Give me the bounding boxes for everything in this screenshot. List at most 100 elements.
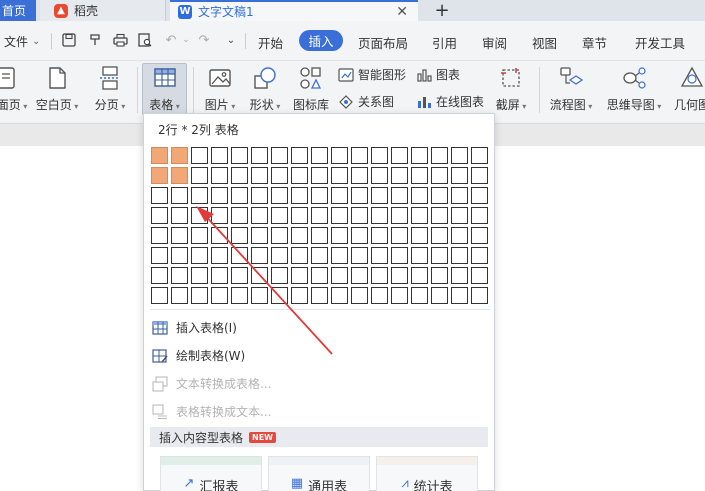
grid-cell[interactable] [271,287,288,304]
relation-chart-button[interactable]: 关系图 [338,93,394,110]
grid-cell[interactable] [371,167,388,184]
grid-cell[interactable] [411,147,428,164]
file-menu[interactable]: 文件 ⌄ [4,33,40,50]
template-general-table[interactable]: ▦ 通用表 [268,456,370,491]
grid-cell[interactable] [471,167,488,184]
grid-cell[interactable] [471,207,488,224]
grid-cell[interactable] [471,227,488,244]
grid-cell[interactable] [211,287,228,304]
grid-cell[interactable] [271,207,288,224]
menu-insert[interactable]: 插入 [299,30,343,51]
grid-cell[interactable] [251,287,268,304]
grid-cell[interactable] [231,147,248,164]
menu-references[interactable]: 引用 [432,33,457,52]
grid-cell[interactable] [251,227,268,244]
quick-access-dropdown-icon[interactable]: ⌄ [223,32,239,48]
grid-cell[interactable] [271,247,288,264]
grid-cell[interactable] [211,187,228,204]
table-button[interactable]: 表格 ▾ [142,61,187,113]
grid-cell[interactable] [191,167,208,184]
grid-cell[interactable] [251,147,268,164]
undo-icon[interactable]: ↶ [163,32,179,48]
grid-cell[interactable] [251,207,268,224]
tab-daoke[interactable]: ▲ 稻壳 [40,0,166,21]
grid-cell[interactable] [411,227,428,244]
grid-cell[interactable] [231,187,248,204]
grid-cell[interactable] [151,287,168,304]
grid-cell[interactable] [231,247,248,264]
grid-cell[interactable] [391,287,408,304]
document-page[interactable] [495,146,705,491]
grid-cell[interactable] [351,267,368,284]
grid-cell[interactable] [291,187,308,204]
online-chart-button[interactable]: 在线图表 [416,93,484,110]
grid-cell[interactable] [231,267,248,284]
grid-cell[interactable] [211,227,228,244]
grid-cell[interactable] [431,247,448,264]
grid-cell[interactable] [351,227,368,244]
grid-cell[interactable] [151,247,168,264]
grid-cell[interactable] [271,167,288,184]
grid-cell[interactable] [431,207,448,224]
grid-cell[interactable] [471,267,488,284]
flowchart-button[interactable]: 流程图 ▾ [546,61,596,113]
template-statistics-table[interactable]: ⩘ 统计表 [376,456,478,491]
grid-cell[interactable] [291,167,308,184]
page-break-button[interactable]: 分页 ▾ [88,61,132,113]
icon-library-button[interactable]: 图标库 [290,61,332,113]
print-preview-icon[interactable] [137,32,153,48]
grid-cell[interactable] [211,247,228,264]
format-painter-icon[interactable] [87,32,103,48]
grid-cell[interactable] [371,287,388,304]
grid-cell[interactable] [171,287,188,304]
grid-cell[interactable] [371,247,388,264]
grid-cell[interactable] [291,267,308,284]
blank-page-button[interactable]: 空白页 ▾ [32,61,82,113]
grid-cell[interactable] [151,207,168,224]
grid-cell[interactable] [371,227,388,244]
grid-cell[interactable] [451,167,468,184]
grid-cell[interactable] [231,167,248,184]
geometry-button[interactable]: 几何图 [672,61,705,113]
screenshot-button[interactable]: 截屏 ▾ [490,61,532,113]
picture-button[interactable]: 图片 ▾ [199,61,241,113]
grid-cell[interactable] [191,187,208,204]
grid-cell[interactable] [411,187,428,204]
grid-cell[interactable] [171,227,188,244]
grid-cell[interactable] [471,247,488,264]
grid-cell[interactable] [411,167,428,184]
menu-start[interactable]: 开始 [258,33,283,52]
template-report-table[interactable]: ↗ 汇报表 [160,456,262,491]
grid-cell[interactable] [251,267,268,284]
grid-cell[interactable] [431,167,448,184]
grid-cell[interactable] [171,247,188,264]
menu-review[interactable]: 审阅 [482,33,507,52]
grid-cell[interactable] [371,207,388,224]
redo-icon[interactable]: ↷ [196,32,212,48]
grid-cell[interactable] [191,227,208,244]
chart-button[interactable]: 图表 [416,66,460,83]
menu-view[interactable]: 视图 [532,33,557,52]
grid-cell[interactable] [391,247,408,264]
grid-cell[interactable] [151,227,168,244]
grid-cell[interactable] [431,267,448,284]
grid-cell[interactable] [311,227,328,244]
grid-cell[interactable] [471,147,488,164]
grid-cell[interactable] [311,167,328,184]
save-icon[interactable] [61,32,77,48]
grid-cell[interactable] [271,147,288,164]
grid-cell[interactable] [171,147,188,164]
grid-cell[interactable] [311,147,328,164]
grid-cell[interactable] [451,147,468,164]
smart-shape-button[interactable]: 智能图形 [338,66,406,83]
grid-cell[interactable] [451,267,468,284]
grid-cell[interactable] [391,227,408,244]
grid-cell[interactable] [451,287,468,304]
grid-cell[interactable] [291,207,308,224]
grid-cell[interactable] [171,187,188,204]
grid-cell[interactable] [471,287,488,304]
grid-cell[interactable] [451,187,468,204]
grid-cell[interactable] [311,287,328,304]
menu-page-layout[interactable]: 页面布局 [358,33,408,52]
grid-cell[interactable] [151,147,168,164]
